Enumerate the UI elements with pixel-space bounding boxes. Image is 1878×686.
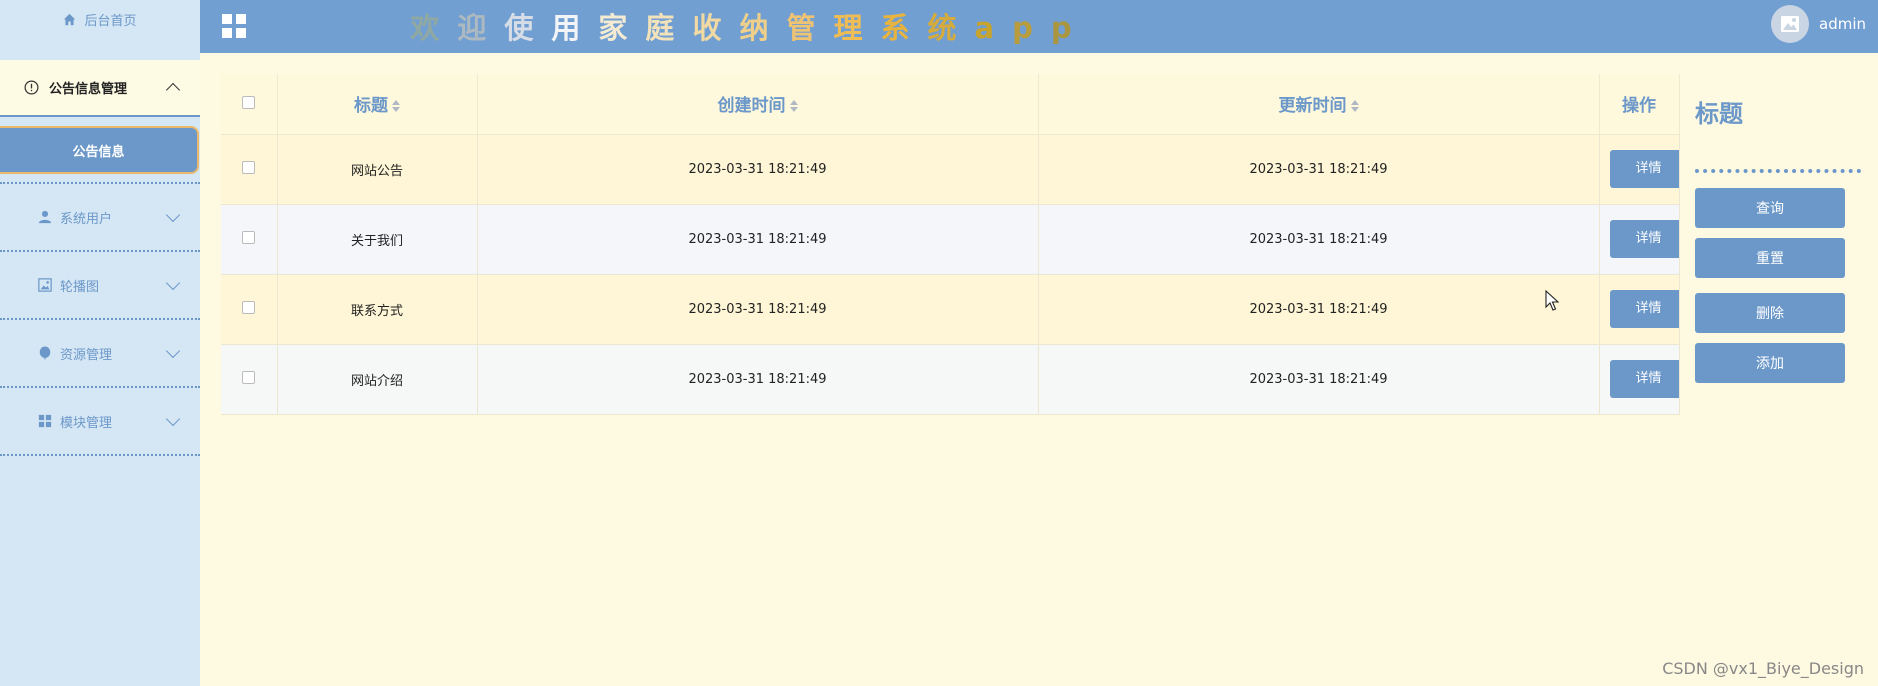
title-char: 用	[551, 11, 599, 45]
avatar[interactable]	[1771, 5, 1809, 43]
detail-button[interactable]: 详情	[1609, 360, 1678, 398]
delete-button[interactable]: 删除	[1695, 293, 1845, 333]
table-row: 关于我们 2023-03-31 18:21:49 2023-03-31 18:2…	[221, 204, 1680, 275]
column-header-updated[interactable]: 更新时间	[1038, 74, 1600, 135]
detail-button[interactable]: 详情	[1609, 290, 1678, 328]
cell-updated: 2023-03-31 18:21:49	[1038, 204, 1600, 275]
sidebar-item-label: 资源管理	[60, 347, 113, 363]
sidebar-item-label: 轮播图	[60, 279, 100, 295]
title-char: 收	[692, 11, 740, 45]
column-header-title[interactable]: 标题	[277, 74, 478, 135]
sidebar-group-notice[interactable]: 公告信息管理	[0, 60, 200, 117]
column-header-created[interactable]: 创建时间	[477, 74, 1039, 135]
cell-created: 2023-03-31 18:21:49	[477, 274, 1039, 345]
notice-table: 标题 创建时间 更新时间 操作 网站公告 2023-03-31 18:21:49…	[221, 74, 1680, 415]
app-title: 欢迎使用家庭收纳管理系统app	[200, 5, 1300, 47]
query-button[interactable]: 查询	[1695, 188, 1845, 228]
title-char: 庭	[645, 11, 693, 45]
reset-button[interactable]: 重置	[1695, 238, 1845, 278]
sidebar-item-carousel[interactable]: 轮播图	[0, 252, 200, 320]
table-header-row: 标题 创建时间 更新时间 操作	[221, 74, 1680, 135]
detail-button[interactable]: 详情	[1609, 150, 1678, 188]
chevron-up-icon	[165, 82, 181, 97]
column-header-actions: 操作	[1599, 74, 1680, 135]
select-all-checkbox[interactable]	[242, 95, 256, 109]
title-char: 使	[504, 11, 552, 45]
chevron-down-icon	[165, 275, 181, 291]
cell-updated: 2023-03-31 18:21:49	[1038, 134, 1600, 205]
sidebar-item-home[interactable]: 后台首页	[0, 0, 200, 60]
top-header: 欢迎使用家庭收纳管理系统app admin	[200, 0, 1878, 53]
dotted-divider	[1695, 169, 1861, 173]
cell-title: 关于我们	[277, 204, 478, 275]
image-icon	[38, 278, 52, 292]
row-checkbox[interactable]	[242, 230, 256, 244]
cell-updated: 2023-03-31 18:21:49	[1038, 344, 1600, 415]
sidebar-item-label: 后台首页	[84, 13, 137, 29]
cell-updated: 2023-03-31 18:21:49	[1038, 274, 1600, 345]
cell-created: 2023-03-31 18:21:49	[477, 344, 1039, 415]
title-char: 家	[598, 11, 646, 45]
chevron-down-icon	[165, 343, 181, 359]
user-menu[interactable]: admin	[1771, 5, 1866, 43]
sidebar: 后台首页 公告信息管理 公告信息 系统用户 轮播图 资源管理 模块管理	[0, 0, 200, 686]
title-char: 欢	[410, 11, 458, 45]
title-char: 纳	[739, 11, 787, 45]
title-char: p	[1012, 11, 1051, 45]
title-char: 理	[833, 11, 881, 45]
row-checkbox[interactable]	[242, 300, 256, 314]
title-char: 管	[786, 11, 834, 45]
sidebar-item-users[interactable]: 系统用户	[0, 184, 200, 252]
home-icon	[64, 13, 76, 25]
image-placeholder-icon	[1781, 16, 1799, 32]
table-row: 网站公告 2023-03-31 18:21:49 2023-03-31 18:2…	[221, 134, 1680, 205]
balloon-icon	[39, 346, 51, 360]
select-all-cell	[221, 74, 278, 135]
row-checkbox[interactable]	[242, 370, 256, 384]
title-char: a	[974, 11, 1013, 45]
title-char: 系	[880, 11, 928, 45]
sidebar-item-label: 系统用户	[60, 211, 113, 227]
sidebar-group-label: 公告信息管理	[49, 82, 128, 97]
search-panel: 标题 查询 重置 删除 添加	[1679, 74, 1878, 686]
cell-created: 2023-03-31 18:21:49	[477, 204, 1039, 275]
title-char: p	[1050, 11, 1090, 45]
grid-icon	[38, 414, 52, 428]
table-row: 网站介绍 2023-03-31 18:21:49 2023-03-31 18:2…	[221, 344, 1680, 415]
add-button[interactable]: 添加	[1695, 343, 1845, 383]
sidebar-item-notice-info[interactable]: 公告信息	[0, 126, 199, 174]
row-checkbox[interactable]	[242, 160, 256, 174]
sort-icon[interactable]	[789, 100, 798, 113]
cell-title: 网站公告	[277, 134, 478, 205]
sidebar-item-label: 模块管理	[60, 415, 113, 431]
search-title-label: 标题	[1695, 100, 1743, 128]
cell-title: 网站介绍	[277, 344, 478, 415]
sidebar-item-resources[interactable]: 资源管理	[0, 320, 200, 388]
sort-icon[interactable]	[392, 100, 400, 113]
title-char: 迎	[457, 11, 505, 45]
table-row: 联系方式 2023-03-31 18:21:49 2023-03-31 18:2…	[221, 274, 1680, 345]
detail-button[interactable]: 详情	[1609, 220, 1678, 258]
cell-created: 2023-03-31 18:21:49	[477, 134, 1039, 205]
user-icon	[38, 210, 52, 224]
sort-icon[interactable]	[1350, 100, 1359, 113]
info-circle-icon	[24, 80, 39, 95]
title-char: 统	[927, 11, 975, 45]
username: admin	[1819, 15, 1866, 33]
sidebar-item-modules[interactable]: 模块管理	[0, 388, 200, 456]
cell-title: 联系方式	[277, 274, 478, 345]
chevron-down-icon	[165, 207, 181, 223]
watermark: CSDN @vx1_Biye_Design	[1662, 659, 1864, 678]
mouse-cursor-icon	[1545, 290, 1559, 311]
chevron-down-icon	[165, 411, 181, 427]
